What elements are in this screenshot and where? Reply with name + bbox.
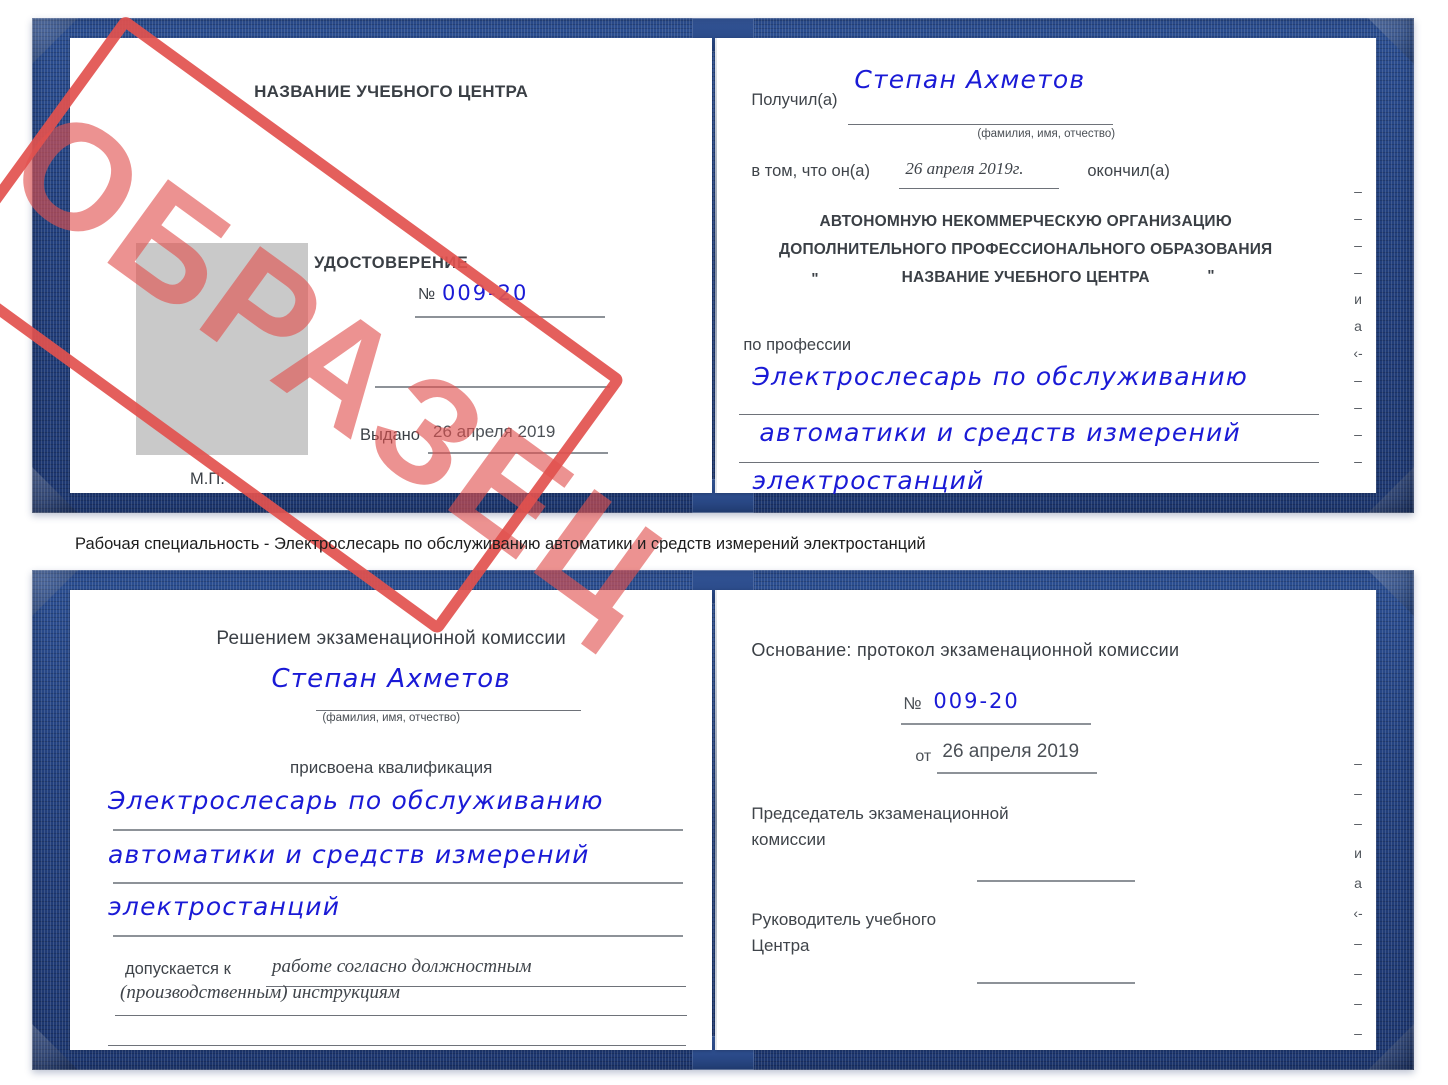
certificate-top: НАЗВАНИЕ УЧЕБНОГО ЦЕНТРА УДОСТОВЕРЕНИЕ №… (0, 14, 1414, 660)
admitted-value-2: (производственным) инструкциям (120, 982, 400, 1003)
qualification-rule-3 (113, 935, 683, 937)
qualification-line-3: электростанций (108, 892, 341, 921)
org-line-1: АВТОНОМНУЮ НЕКОММЕРЧЕСКУЮ ОРГАНИЗАЦИЮ (819, 213, 1232, 230)
issued-rule (428, 452, 608, 454)
edge-fragments: – – – – и а ‹- – – – – (1344, 178, 1372, 475)
profession-line-2: автоматики и средств измерений (759, 418, 1241, 447)
edge-fragment: – (1354, 264, 1362, 280)
chairman-signature-rule (977, 880, 1136, 882)
certificate-bottom-left-page: Решением экзаменационной комиссии Степан… (70, 590, 713, 1050)
fio-hint: (фамилия, имя, отчество) (322, 712, 461, 724)
edge-fragment: – (1354, 372, 1362, 388)
in-that-value: 26 апреля 2019г. (905, 159, 1024, 178)
certificate-bottom: Решением экзаменационной комиссии Степан… (32, 570, 1414, 1070)
admitted-value-1: работе согласно должностным (272, 956, 532, 977)
org-title: НАЗВАНИЕ УЧЕБНОГО ЦЕНТРА (254, 82, 529, 101)
edge-fragment: и (1354, 845, 1362, 861)
number-label: № (418, 286, 436, 303)
certificate-top-right-page: Получил(а) Степан Ахметов (фамилия, имя,… (715, 38, 1376, 495)
edge-fragment: ‹- (1353, 905, 1363, 921)
admitted-rule-3 (108, 1045, 686, 1046)
admitted-label: допускается к (125, 960, 231, 978)
page-fold-line (715, 590, 718, 1050)
qualification-rule-1 (113, 829, 683, 831)
qualification-line-1: Электрослесарь по обслуживанию (108, 786, 604, 815)
edge-fragment: – (1354, 785, 1362, 801)
profession-label: по профессии (743, 336, 852, 354)
caption-text: Рабочая специальность - Электрослесарь п… (75, 535, 926, 553)
protocol-number-rule (901, 723, 1092, 725)
received-rule (848, 124, 1114, 125)
protocol-date-rule (937, 772, 1098, 774)
certificate-top-pages: НАЗВАНИЕ УЧЕБНОГО ЦЕНТРА УДОСТОВЕРЕНИЕ №… (70, 38, 1376, 495)
edge-fragment: и (1354, 291, 1362, 307)
profession-rule-1 (739, 414, 1320, 415)
name-rule (316, 710, 581, 711)
basis-label: Основание: протокол экзаменационной коми… (751, 640, 1180, 660)
edge-fragment: – (1354, 210, 1362, 226)
seal-label: М.П. (190, 470, 225, 488)
protocol-number-value: 009-20 (933, 689, 1020, 713)
edge-fragment: – (1354, 426, 1362, 442)
edge-fragment: – (1354, 995, 1362, 1011)
edge-fragment: – (1354, 755, 1362, 771)
chairman-line-2: комиссии (751, 830, 826, 849)
org-line-2: ДОПОЛНИТЕЛЬНОГО ПРОФЕССИОНАЛЬНОГО ОБРАЗО… (778, 241, 1273, 258)
issued-value: 26 апреля 2019 (433, 422, 556, 441)
in-that-label: в том, что он(а) (751, 162, 870, 180)
document-type: УДОСТОВЕРЕНИЕ (314, 254, 469, 272)
edge-fragment: ‹- (1353, 345, 1363, 361)
org-line-3: НАЗВАНИЕ УЧЕБНОГО ЦЕНТРА (901, 269, 1150, 286)
head-line-2: Центра (751, 936, 810, 955)
profession-rule-2 (739, 462, 1320, 463)
edge-fragment: – (1354, 399, 1362, 415)
edge-fragment: – (1354, 237, 1362, 253)
in-that-rule (899, 188, 1060, 189)
page-fold-line (715, 38, 718, 493)
protocol-date-value: 26 апреля 2019 (942, 741, 1080, 762)
qualification-rule-2 (113, 882, 683, 884)
profession-line-3: электростанций (752, 466, 985, 495)
fio-hint: (фамилия, имя, отчество) (977, 128, 1116, 140)
edge-fragment: – (1354, 1025, 1362, 1041)
certificate-bottom-right-page: Основание: протокол экзаменационной коми… (715, 590, 1376, 1050)
blank-rule-1 (375, 386, 610, 388)
edge-fragment: – (1354, 183, 1362, 199)
org-quote-close: " (1207, 267, 1215, 284)
protocol-date-label: от (915, 748, 932, 765)
edge-fragment: – (1354, 935, 1362, 951)
head-line-1: Руководитель учебного (751, 910, 937, 929)
head-signature-rule (977, 982, 1136, 984)
finished-label: окончил(а) (1087, 162, 1170, 180)
certificate-bottom-pages: Решением экзаменационной комиссии Степан… (70, 590, 1376, 1050)
edge-fragments: – – – и а ‹- – – – – (1344, 748, 1372, 1048)
received-value: Степан Ахметов (854, 65, 1086, 94)
qualification-label: присвоена квалификация (290, 758, 493, 777)
issued-label: Выдано (360, 426, 420, 444)
edge-fragment: а (1354, 318, 1362, 334)
admitted-rule-2 (115, 1015, 687, 1016)
name-value: Степан Ахметов (271, 664, 511, 694)
protocol-number-label: № (903, 694, 922, 713)
number-rule (415, 316, 605, 318)
edge-fragment: – (1354, 815, 1362, 831)
number-value: 009-20 (442, 281, 529, 305)
qualification-line-2: автоматики и средств измерений (108, 840, 590, 869)
commission-decision-title: Решением экзаменационной комиссии (216, 628, 566, 649)
received-label: Получил(а) (751, 91, 838, 109)
certificate-top-left-page: НАЗВАНИЕ УЧЕБНОГО ЦЕНТРА УДОСТОВЕРЕНИЕ №… (70, 38, 713, 493)
profession-line-1: Электрослесарь по обслуживанию (752, 362, 1249, 391)
edge-fragment: – (1354, 453, 1362, 469)
chairman-line-1: Председатель экзаменационной (751, 804, 1009, 823)
edge-fragment: а (1354, 875, 1362, 891)
edge-fragment: – (1354, 965, 1362, 981)
photo-placeholder (136, 243, 308, 455)
